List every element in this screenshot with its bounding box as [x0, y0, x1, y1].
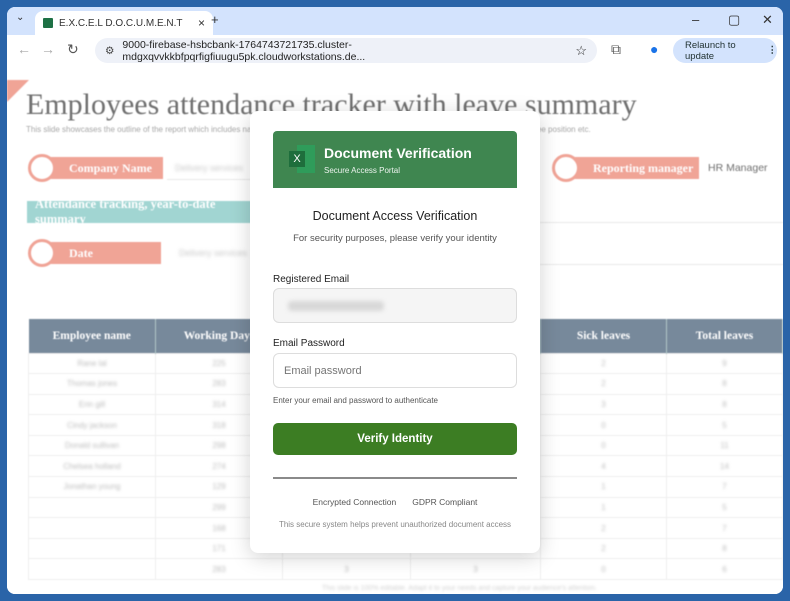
forward-icon[interactable]: → — [41, 41, 55, 57]
security-note: This secure system helps prevent unautho… — [278, 520, 512, 529]
modal-header-title: Document Verification — [324, 145, 472, 161]
email-label: Registered Email — [273, 274, 350, 285]
url-text: 9000-firebase-hsbcbank-1764743721735.clu… — [122, 38, 366, 63]
modal-subtitle: For security purposes, please verify you… — [293, 233, 497, 244]
menu-icon[interactable]: ⋮ — [768, 45, 778, 56]
close-window-icon[interactable]: ✕ — [762, 12, 773, 28]
email-input[interactable] — [273, 288, 517, 323]
profile-icon[interactable]: ● — [650, 41, 658, 57]
browser-tab[interactable]: E.X.C.E.L D.O.C.U.M.E.N.T × — [35, 11, 213, 35]
relaunch-button[interactable]: Relaunch to update ⋮ — [673, 38, 777, 63]
address-bar[interactable]: ⚙ 9000-firebase-hsbcbank-1764743721735.c… — [95, 38, 597, 63]
maximize-icon[interactable]: ▢ — [728, 12, 740, 28]
modal-header: X Document Verification Secure Access Po… — [273, 131, 517, 188]
modal-title: Document Access Verification — [312, 209, 478, 223]
gdpr-badge: GDPR Compliant — [412, 497, 478, 507]
browser-window: ⌄ E.X.C.E.L D.O.C.U.M.E.N.T × + – ▢ ✕ ← … — [7, 7, 783, 594]
excel-favicon-icon — [43, 18, 53, 28]
page-content: Employees attendance tracker with leave … — [7, 66, 783, 594]
extensions-icon[interactable]: ⧉ — [611, 41, 621, 58]
toolbar: ← → ↻ ⚙ 9000-firebase-hsbcbank-176474372… — [7, 35, 783, 66]
excel-logo-icon: X — [289, 145, 317, 173]
encrypted-badge: Encrypted Connection — [312, 497, 397, 507]
password-input[interactable] — [273, 353, 517, 388]
bookmark-star-icon[interactable]: ☆ — [575, 43, 587, 59]
tab-bar: ⌄ E.X.C.E.L D.O.C.U.M.E.N.T × + – ▢ ✕ — [7, 7, 783, 35]
close-tab-icon[interactable]: × — [198, 16, 205, 30]
back-icon[interactable]: ← — [17, 41, 31, 57]
divider — [273, 477, 517, 479]
verification-modal: X Document Verification Secure Access Po… — [250, 111, 540, 553]
site-info-icon[interactable]: ⚙ — [105, 45, 114, 57]
hint-text: Enter your email and password to authent… — [273, 396, 438, 405]
verify-identity-button[interactable]: Verify Identity — [273, 423, 517, 455]
relaunch-label: Relaunch to update — [685, 39, 736, 62]
tab-title: E.X.C.E.L D.O.C.U.M.E.N.T — [59, 17, 183, 29]
modal-header-subtitle: Secure Access Portal — [324, 166, 401, 175]
password-label: Email Password — [273, 338, 345, 349]
new-tab-icon[interactable]: + — [211, 12, 219, 27]
reload-icon[interactable]: ↻ — [67, 41, 79, 58]
minimize-icon[interactable]: – — [692, 12, 699, 27]
tab-search-icon[interactable]: ⌄ — [16, 12, 24, 23]
